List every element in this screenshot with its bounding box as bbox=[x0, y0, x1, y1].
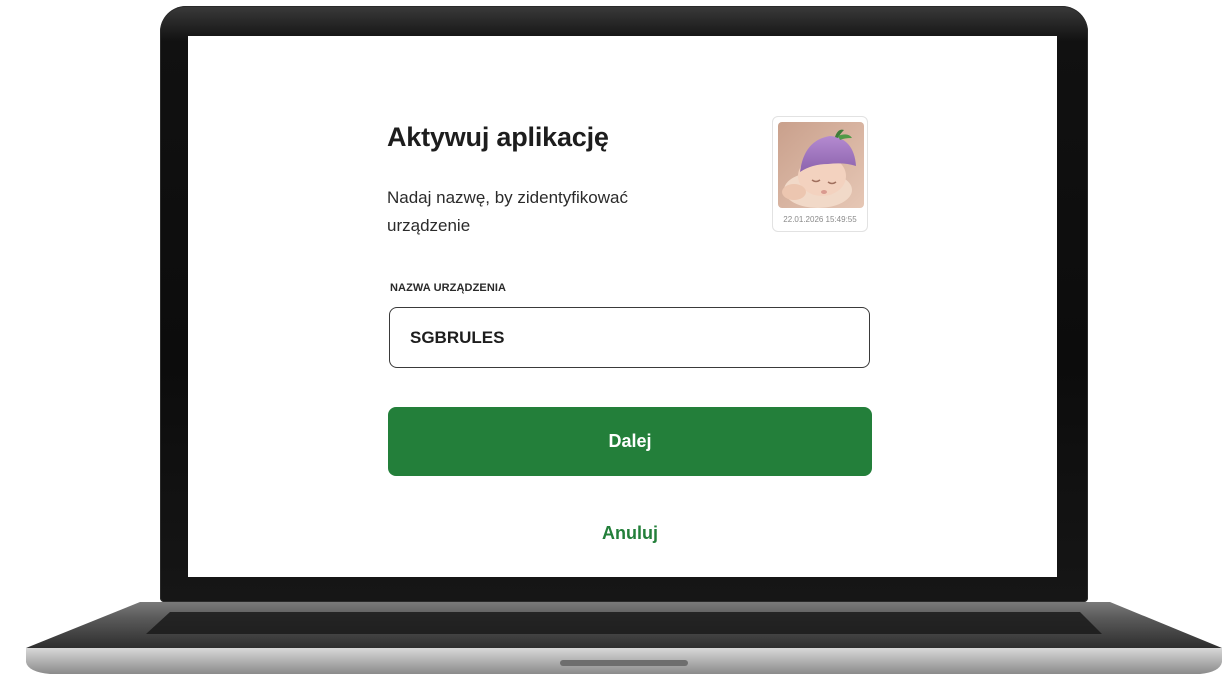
device-name-field[interactable]: SGBRULES bbox=[389, 307, 870, 368]
device-name-value: SGBRULES bbox=[410, 328, 505, 347]
page-subtitle: Nadaj nazwę, by zidentyfikować urządzeni… bbox=[387, 188, 628, 235]
security-photo-card: 22.01.2026 15:49:55 bbox=[772, 116, 868, 232]
app-screen: Aktywuj aplikację Nadaj nazwę, by zident… bbox=[188, 36, 1057, 577]
photo-timestamp: 22.01.2026 15:49:55 bbox=[783, 215, 857, 224]
device-name-label: NAZWA URZĄDZENIA bbox=[390, 282, 507, 294]
laptop-base bbox=[20, 598, 1230, 680]
baby-photo-icon bbox=[778, 122, 864, 208]
next-button[interactable]: Dalej bbox=[388, 407, 872, 476]
cancel-link[interactable]: Anuluj bbox=[568, 520, 692, 546]
page-title: Aktywuj aplikację bbox=[387, 122, 609, 152]
